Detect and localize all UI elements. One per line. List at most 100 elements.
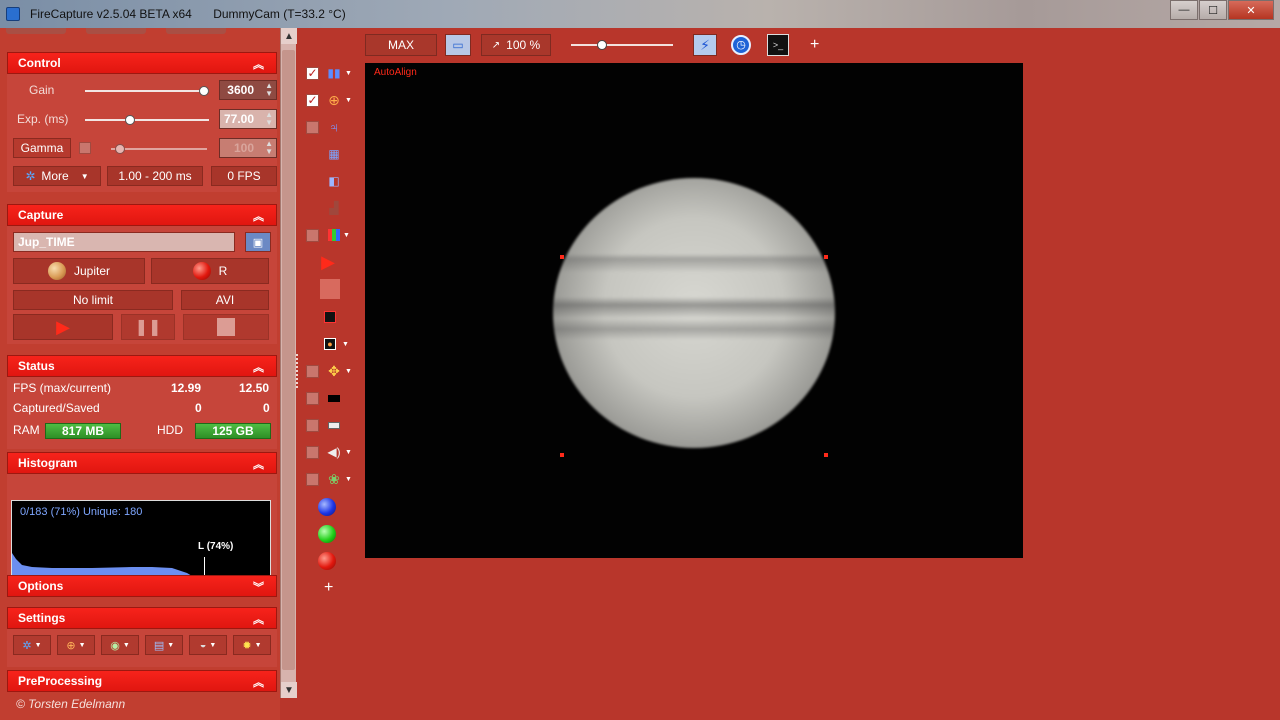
flat-frame-icon[interactable] — [326, 417, 342, 433]
status-header[interactable]: Status ︽ — [7, 355, 277, 377]
chevron-down-icon[interactable]: ▼ — [342, 341, 349, 348]
bar-chart-icon[interactable]: ▮▮ — [326, 65, 342, 81]
grid-toggle-checkbox[interactable] — [306, 228, 319, 242]
chevron-down-icon[interactable]: ▼ — [345, 476, 352, 483]
speaker-icon[interactable]: ◀) — [326, 444, 342, 460]
settings-telescope-button[interactable]: ◒ ▼ — [189, 635, 227, 655]
stop-icon[interactable] — [320, 279, 340, 299]
green-filter-icon[interactable] — [318, 525, 336, 543]
chevron-down-icon[interactable]: ▼ — [345, 70, 352, 77]
add-toolbar-icon[interactable]: + — [810, 36, 819, 54]
flat-toggle-checkbox[interactable] — [306, 418, 319, 432]
settings-light-button[interactable]: ✹ ▼ — [233, 635, 271, 655]
collapsed-tab[interactable] — [6, 28, 66, 34]
gain-spinbox[interactable]: 3600 ▲ ▼ — [219, 80, 277, 100]
object-button[interactable]: Jupiter — [13, 258, 145, 284]
console-button[interactable]: >_ — [767, 34, 789, 56]
chevron-down-icon[interactable]: ▼ — [343, 232, 350, 239]
folder-button[interactable]: ▣ — [245, 232, 271, 252]
spin-arrows-icon[interactable]: ▲ ▼ — [265, 82, 273, 98]
exposure-slider[interactable] — [85, 115, 209, 125]
control-header[interactable]: Control ︽ — [7, 52, 277, 74]
stop-capture-button[interactable] — [183, 314, 269, 340]
more-button[interactable]: ✲ More ▼ — [13, 166, 101, 186]
chevron-down-icon[interactable]: ▼ — [345, 368, 352, 375]
settings-target-button[interactable]: ⊕ ▼ — [57, 635, 95, 655]
jupiter-toggle-checkbox[interactable] — [306, 120, 319, 134]
options-header[interactable]: Options ︾ — [7, 575, 277, 597]
autoalign-marker[interactable] — [824, 453, 828, 457]
spin-arrows-icon[interactable]: ▲ ▼ — [265, 111, 273, 127]
zoom-slider-knob[interactable] — [597, 40, 607, 50]
move-toggle-checkbox[interactable] — [306, 364, 319, 378]
preprocessing-header[interactable]: PreProcessing ︽ — [7, 670, 277, 692]
format-button[interactable]: AVI — [181, 290, 269, 310]
scrollbar-thumb[interactable] — [282, 50, 295, 670]
maximize-button[interactable]: ☐ — [1199, 0, 1227, 20]
start-capture-button[interactable]: ▶ — [13, 314, 113, 340]
autoalign-marker[interactable] — [560, 453, 564, 457]
gamma-spinbox[interactable]: 100 ▲ ▼ — [219, 138, 277, 158]
roi-icon[interactable]: ● — [324, 338, 336, 350]
dark-toggle-checkbox[interactable] — [306, 391, 319, 405]
max-button[interactable]: MAX — [365, 34, 437, 56]
pause-capture-button[interactable]: ❚❚ — [121, 314, 175, 340]
limit-button[interactable]: No limit — [13, 290, 173, 310]
filename-input[interactable]: Jup_TIME — [13, 232, 235, 252]
histogram-toggle-checkbox[interactable]: ✓ — [306, 66, 319, 80]
scroll-up-icon[interactable]: ▲ — [281, 28, 297, 44]
gamma-button[interactable]: Gamma — [13, 138, 71, 158]
exposure-slider-knob[interactable] — [125, 115, 135, 125]
move-arrows-icon[interactable]: ✥ — [326, 363, 342, 379]
close-button[interactable]: ✕ — [1228, 0, 1274, 20]
filter-button[interactable]: R — [151, 258, 269, 284]
autoalign-marker[interactable] — [560, 255, 564, 259]
chevron-down-icon[interactable]: ▼ — [345, 449, 352, 456]
settings-file-button[interactable]: ▤ ▼ — [145, 635, 183, 655]
zoom-button[interactable]: ↗ 100 % — [481, 34, 551, 56]
spin-arrows-icon[interactable]: ▲ ▼ — [265, 140, 273, 156]
exposure-range-button[interactable]: 1.00 - 200 ms — [107, 166, 203, 186]
gamma-slider[interactable] — [111, 144, 207, 154]
histogram-plot[interactable]: 0/183 (71%) Unique: 180 L (74%) — [11, 500, 271, 583]
image-viewer[interactable]: AutoAlign — [365, 63, 1023, 558]
settings-header[interactable]: Settings ︽ — [7, 607, 277, 629]
splitter-handle[interactable] — [296, 354, 299, 388]
crosshair-toggle-checkbox[interactable]: ✓ — [306, 93, 319, 107]
zoom-slider[interactable] — [571, 40, 673, 50]
play-icon[interactable]: ▶ — [320, 252, 336, 272]
calendar-icon[interactable]: ▦ — [326, 146, 342, 162]
settings-gear-button[interactable]: ✲ ▼ — [13, 635, 51, 655]
gamma-slider-knob[interactable] — [115, 144, 125, 154]
quick-capture-button[interactable]: ⚡ — [693, 34, 717, 56]
color-balls-icon[interactable]: ❀ — [326, 471, 342, 487]
left-panel-scrollbar[interactable]: ▲ ▼ — [280, 28, 297, 698]
gain-slider[interactable] — [85, 86, 209, 96]
exposure-spinbox[interactable]: 77.00 ▲ ▼ — [219, 109, 277, 129]
color-toggle-checkbox[interactable] — [306, 472, 319, 486]
jupiter-symbol-icon[interactable]: ♃ — [326, 119, 342, 135]
history-button[interactable]: ◷ — [729, 34, 753, 56]
red-filter-icon[interactable] — [318, 552, 336, 570]
collapsed-tab[interactable] — [86, 28, 146, 34]
gamma-checkbox[interactable] — [79, 142, 91, 154]
note-icon[interactable]: ◧ — [326, 173, 342, 189]
autoalign-marker[interactable] — [824, 255, 828, 259]
blue-filter-icon[interactable] — [318, 498, 336, 516]
frame-icon[interactable] — [324, 311, 336, 323]
collapsed-tab[interactable] — [166, 28, 226, 34]
screen-button[interactable]: ▭ — [445, 34, 471, 56]
dark-frame-icon[interactable] — [326, 390, 342, 406]
color-grid-icon[interactable] — [328, 229, 340, 241]
chevron-down-icon[interactable]: ▼ — [345, 97, 352, 104]
trash-icon[interactable]: ▟ — [326, 200, 342, 216]
scroll-down-icon[interactable]: ▼ — [281, 682, 297, 698]
settings-color-button[interactable]: ◉ ▼ — [101, 635, 139, 655]
add-tool-icon[interactable]: + — [324, 579, 333, 597]
capture-header[interactable]: Capture ︽ — [7, 204, 277, 226]
sound-toggle-checkbox[interactable] — [306, 445, 319, 459]
minimize-button[interactable]: — — [1170, 0, 1198, 20]
crosshair-icon[interactable]: ⊕ — [326, 92, 342, 108]
gain-slider-knob[interactable] — [199, 86, 209, 96]
histogram-header[interactable]: Histogram ︽ — [7, 452, 277, 474]
